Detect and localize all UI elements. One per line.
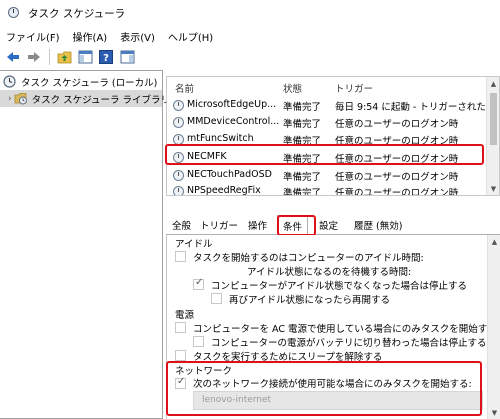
task-trigger: 任意のユーザーのログオン時 <box>335 172 459 183</box>
power-ac-checkbox[interactable] <box>175 322 186 333</box>
task-name: NPSpeedRegFix <box>187 185 261 196</box>
task-clock-icon <box>173 117 184 128</box>
task-name: MicrosoftEdgeUp... <box>187 99 277 110</box>
network-connection-select[interactable]: lenovo-internet <box>193 391 483 410</box>
clock-icon <box>3 74 17 89</box>
conditions-panel: アイドル タスクを開始するのはコンピューターのアイドル時間: アイドル状態になる… <box>166 235 500 419</box>
scroll-thumb[interactable] <box>490 93 497 145</box>
folder-up-icon[interactable] <box>56 49 72 65</box>
task-trigger: 任意のユーザーのログオン時 <box>335 119 459 130</box>
help-icon[interactable]: ? <box>98 49 114 65</box>
menu-action[interactable]: 操作(A) <box>73 29 108 44</box>
column-header-name[interactable]: 名前 <box>175 81 194 95</box>
idle-stop-checkbox[interactable] <box>193 277 204 290</box>
task-row[interactable]: NECTouchPadOSD 準備完了 任意のユーザーのログオン時 <box>167 167 487 184</box>
library-folder-icon <box>14 92 28 106</box>
power-battery-label: コンピューターの電源がバッテリに切り替わった場合は停止する <box>211 338 487 349</box>
task-clock-icon <box>173 100 184 111</box>
tab-general[interactable]: 全般 <box>172 218 191 232</box>
task-trigger: 任意のユーザーのログオン時 <box>335 188 459 196</box>
network-section-label: ネットワーク <box>175 366 233 377</box>
task-status: 準備完了 <box>283 188 322 196</box>
task-list-scrollbar[interactable]: ▲ ▼ <box>486 77 499 195</box>
power-wake-label: タスクを実行するためにスリープを解除する <box>193 352 383 363</box>
idle-start-label: タスクを開始するのはコンピューターのアイドル時間: <box>193 253 424 264</box>
tree-item-library-label: タスク スケジューラ ライブラリ <box>31 94 170 106</box>
task-list: 名前 状態 トリガー MicrosoftEdgeUp... 準備完了 毎日 9:… <box>166 76 500 196</box>
network-start-checkbox[interactable] <box>175 376 186 389</box>
idle-wait-label: アイドル状態になるのを待機する時間: <box>247 267 412 278</box>
task-row[interactable]: NPSpeedRegFix 準備完了 任意のユーザーのログオン時 <box>167 183 487 196</box>
properties-icon[interactable] <box>119 49 135 65</box>
tab-actions[interactable]: 操作 <box>248 218 267 232</box>
tab-conditions[interactable]: 条件 <box>277 215 309 235</box>
power-section-label: 電源 <box>175 310 195 321</box>
scroll-up-icon[interactable]: ▲ <box>487 77 499 90</box>
task-clock-icon <box>173 152 184 163</box>
power-battery-checkbox[interactable] <box>193 336 204 347</box>
column-header-status[interactable]: 状態 <box>283 81 302 95</box>
task-status: 準備完了 <box>283 136 322 147</box>
task-row[interactable]: MMDeviceControl... 準備完了 任意のユーザーのログオン時 <box>167 114 487 131</box>
idle-section-label: アイドル <box>175 239 213 250</box>
menu-file[interactable]: ファイル(F) <box>6 29 60 44</box>
task-name: NECMFK <box>187 151 227 162</box>
tab-triggers[interactable]: トリガー <box>200 218 238 232</box>
column-header-trigger[interactable]: トリガー <box>335 81 373 95</box>
chevron-right-icon[interactable]: › <box>8 94 12 104</box>
task-status: 準備完了 <box>283 154 322 165</box>
task-name: mtFuncSwitch <box>187 133 254 144</box>
menu-view[interactable]: 表示(V) <box>120 29 155 44</box>
tree-item-root-label: タスク スケジューラ (ローカル) <box>21 77 158 89</box>
task-status: 準備完了 <box>283 119 322 130</box>
task-clock-icon <box>173 134 184 145</box>
tree-item-library[interactable]: › タスク スケジューラ ライブラリ <box>0 90 170 107</box>
task-name: MMDeviceControl... <box>187 116 280 127</box>
conditions-scrollbar[interactable]: ▲ ▼ <box>487 235 500 419</box>
task-trigger: 任意のユーザーのログオン時 <box>335 136 459 147</box>
task-list-header: 名前 状態 トリガー <box>167 77 499 96</box>
task-row[interactable]: mtFuncSwitch 準備完了 任意のユーザーのログオン時 <box>167 131 487 148</box>
window-title: タスク スケジューラ <box>28 7 126 20</box>
task-trigger: 任意のユーザーのログオン時 <box>335 154 459 165</box>
tab-history[interactable]: 履歴 (無効) <box>354 218 402 232</box>
task-scheduler-icon <box>7 6 21 20</box>
task-status: 準備完了 <box>283 102 322 113</box>
task-clock-icon <box>173 186 184 195</box>
svg-text:?: ? <box>103 53 109 64</box>
forward-arrow-icon[interactable] <box>26 49 42 65</box>
task-clock-icon <box>173 170 184 181</box>
task-trigger: 毎日 9:54 に起動 - トリガーされた後、 <box>335 102 485 113</box>
scroll-up-icon[interactable]: ▲ <box>488 235 500 248</box>
task-row-selected[interactable]: NECMFK 準備完了 任意のユーザーのログオン時 <box>167 149 487 166</box>
scroll-down-icon[interactable]: ▼ <box>488 406 500 419</box>
back-arrow-icon[interactable] <box>5 49 21 65</box>
title-bar: タスク スケジューラ <box>0 0 500 26</box>
power-ac-label: コンピューターを AC 電源で使用している場合にのみタスクを開始する <box>193 324 497 335</box>
power-wake-checkbox[interactable] <box>175 350 186 361</box>
idle-restart-label: 再びアイドル状態になったら再開する <box>229 295 391 306</box>
toolbar-separator <box>49 49 50 65</box>
menu-bar: ファイル(F) 操作(A) 表示(V) ヘルプ(H) <box>0 26 500 46</box>
console-tree-pane: タスク スケジューラ (ローカル) › タスク スケジューラ ライブラリ <box>0 70 170 419</box>
tab-strip: 全般 トリガー 操作 条件 設定 履歴 (無効) <box>166 214 500 235</box>
idle-stop-label: コンピューターがアイドル状態でなくなった場合は停止する <box>211 281 468 292</box>
tree-item-root[interactable]: タスク スケジューラ (ローカル) <box>3 73 161 90</box>
task-row[interactable]: MicrosoftEdgeUp... 準備完了 毎日 9:54 に起動 - トリ… <box>167 97 487 114</box>
network-start-label: 次のネットワーク接続が使用可能な場合にのみタスクを開始する: <box>193 379 472 390</box>
task-name: NECTouchPadOSD <box>187 169 272 180</box>
scroll-down-icon[interactable]: ▼ <box>487 182 499 195</box>
idle-restart-checkbox[interactable] <box>211 293 222 304</box>
toolbar: ? <box>0 46 500 68</box>
idle-start-checkbox[interactable] <box>175 251 186 262</box>
tab-settings[interactable]: 設定 <box>319 218 338 232</box>
console-tree-icon[interactable] <box>77 49 93 65</box>
menu-help[interactable]: ヘルプ(H) <box>168 29 213 44</box>
task-status: 準備完了 <box>283 172 322 183</box>
